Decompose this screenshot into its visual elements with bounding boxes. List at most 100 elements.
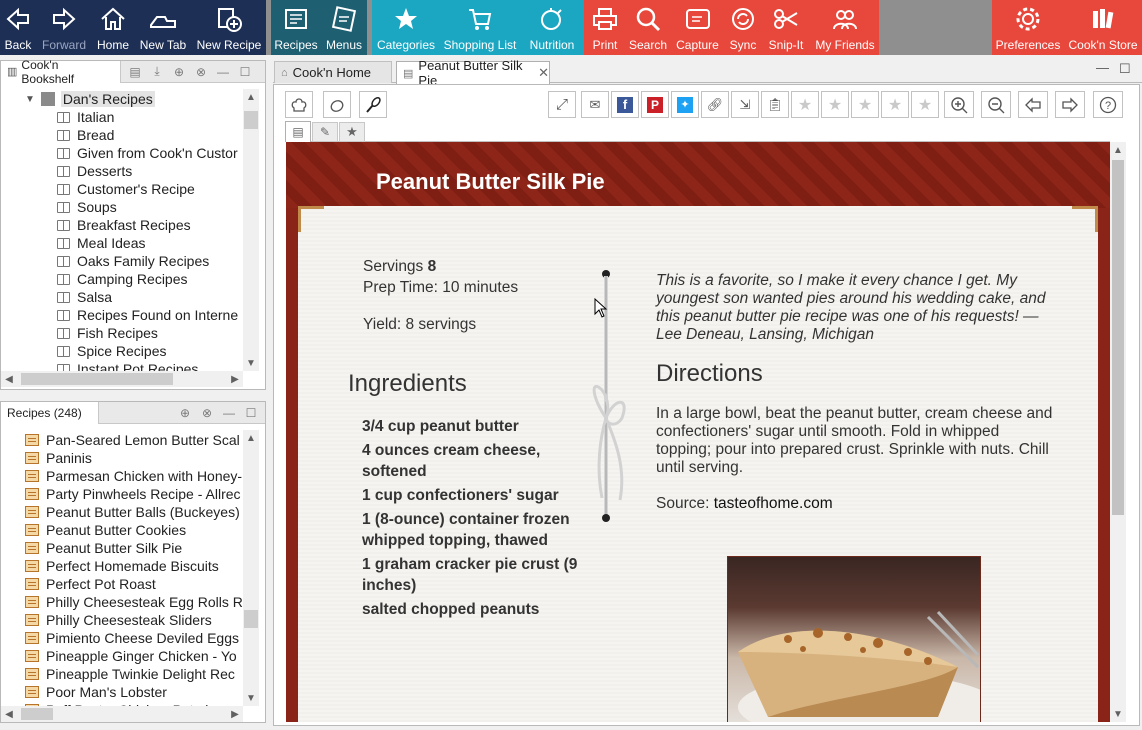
email-button[interactable]: ✉ [581,91,609,118]
facebook-button[interactable]: f [611,91,639,118]
bookshelf-item[interactable]: Meal Ideas [57,234,243,252]
rating-star-1[interactable]: ★ [791,91,819,118]
previous-recipe-button[interactable] [1018,91,1048,118]
bookshelf-hscroll-thumb[interactable] [21,373,173,385]
back-button[interactable]: Back [0,0,36,55]
recipe-vscroll[interactable]: ▲ ▼ [1110,142,1126,722]
preferences-button[interactable]: Preferences [992,0,1064,55]
collapse-chevron-icon[interactable]: ▼ [25,94,35,105]
bookshelf-item[interactable]: Breakfast Recipes [57,216,243,234]
recipes-button[interactable]: Recipes [271,0,321,55]
bookshelf-item[interactable]: Desserts [57,162,243,180]
clipboard-button[interactable]: 📋︎ [761,91,789,118]
recipe-box-button[interactable] [323,91,351,118]
bookshelf-item[interactable]: Customer's Recipe [57,180,243,198]
scroll-right-arrow-icon[interactable]: ▶ [227,706,243,722]
bookshelf-item[interactable]: Salsa [57,288,243,306]
recipe-list-item[interactable]: Philly Cheesesteak Egg Rolls R [25,593,243,611]
zoom-out-button[interactable] [981,91,1011,118]
rating-star-3[interactable]: ★ [851,91,879,118]
scroll-up-arrow-icon[interactable]: ▲ [1110,142,1126,158]
new-tab-button[interactable]: New Tab [134,0,192,55]
recipe-list-item[interactable]: Parmesan Chicken with Honey- [25,467,243,485]
snip-it-button[interactable]: Snip-It [761,0,811,55]
twitter-button[interactable]: ✦ [671,91,699,118]
bookshelf-item[interactable]: Fish Recipes [57,324,243,342]
view-tab-edit[interactable]: ✎ [312,122,338,142]
bookshelf-item[interactable]: Given from Cook'n Custor [57,144,243,162]
cook-mode-button[interactable] [285,91,313,118]
recipe-list-item[interactable]: Poor Man's Lobster [25,683,243,701]
rating-star-4[interactable]: ★ [881,91,909,118]
recipes-hscroll-thumb[interactable] [21,708,53,720]
help-button[interactable]: ? [1093,91,1123,118]
scroll-up-arrow-icon[interactable]: ▲ [243,430,259,446]
bookshelf-item[interactable]: Recipes Found on Interne [57,306,243,324]
bookshelf-item[interactable]: Oaks Family Recipes [57,252,243,270]
minimize-icon[interactable]: — [215,64,231,80]
recipe-list-item[interactable]: Pineapple Twinkie Delight Rec [25,665,243,683]
recipe-list-item[interactable]: Pan-Seared Lemon Butter Scal [25,431,243,449]
search-button[interactable]: Search [626,0,670,55]
share-button[interactable]: ⇲ [731,91,759,118]
recipe-list-item[interactable]: Perfect Homemade Biscuits [25,557,243,575]
forward-button[interactable]: Forward [36,0,92,55]
nutrition-button[interactable]: Nutrition [520,0,584,55]
new-recipe-button[interactable]: New Recipe [192,0,266,55]
close-tab-icon[interactable]: ✕ [538,65,549,81]
rating-star-2[interactable]: ★ [821,91,849,118]
fullscreen-button[interactable]: ⤢ [548,91,576,118]
bookshelf-tab[interactable]: ▥ Cook'n Bookshelf [1,58,121,86]
recipes-hscroll[interactable]: ◀ ▶ [1,706,243,722]
tab-peanut-butter-silk-pie[interactable]: ▤ Peanut Butter Silk Pie ✕ [396,58,550,88]
content-minimize-icon[interactable]: — [1096,60,1109,75]
bookshelf-item[interactable]: Bread [57,126,243,144]
print-button[interactable]: Print [584,0,626,55]
maximize-icon[interactable]: ☐ [243,405,259,421]
capture-button[interactable]: Capture [670,0,725,55]
sync-button[interactable]: Sync [725,0,761,55]
rating-star-5[interactable]: ★ [911,91,939,118]
recipe-vscroll-thumb[interactable] [1112,160,1124,515]
source-link[interactable]: tasteofhome.com [714,495,833,512]
recipe-list-item[interactable]: Pineapple Ginger Chicken - Yo [25,647,243,665]
recipes-vscroll-thumb[interactable] [244,610,258,628]
add-icon[interactable]: ⊕ [171,64,187,80]
recipe-list-item[interactable]: Paninis [25,449,243,467]
bookshelf-item[interactable]: Camping Recipes [57,270,243,288]
shopping-list-button[interactable]: Shopping List [440,0,520,55]
recipes-vscroll[interactable]: ▲ ▼ [243,430,259,706]
recipe-list-item[interactable]: Peanut Butter Balls (Buckeyes) [25,503,243,521]
scroll-left-arrow-icon[interactable]: ◀ [1,371,17,387]
whisk-button[interactable] [359,91,387,118]
scroll-left-arrow-icon[interactable]: ◀ [1,706,17,722]
add-recipe-icon[interactable]: ⊕ [177,405,193,421]
home-button[interactable]: Home [92,0,134,55]
next-recipe-button[interactable] [1055,91,1085,118]
pinterest-button[interactable]: P [641,91,669,118]
menus-button[interactable]: Menus [321,0,367,55]
bookshelf-hscroll[interactable]: ◀ ▶ [1,371,243,387]
bookshelf-item[interactable]: Italian [57,108,243,126]
bookshelf-item[interactable]: Soups [57,198,243,216]
download-icon[interactable]: ⤓ [149,64,165,80]
bookshelf-vscroll[interactable]: ▲ ▼ [243,89,259,371]
recipes-panel-tab[interactable]: Recipes (248) [1,401,99,424]
my-friends-button[interactable]: My Friends [811,0,879,55]
recipe-list-item[interactable]: Peanut Butter Silk Pie [25,539,243,557]
scroll-up-arrow-icon[interactable]: ▲ [243,89,259,105]
recipe-list-item[interactable]: Pimiento Cheese Deviled Eggs [25,629,243,647]
recipe-list-item[interactable]: Peanut Butter Cookies [25,521,243,539]
zoom-in-button[interactable] [944,91,974,118]
tab-cookn-home[interactable]: ⌂ Cook'n Home [274,61,392,83]
categories-button[interactable]: Categories [372,0,440,55]
minimize-icon[interactable]: — [221,405,237,421]
scroll-down-arrow-icon[interactable]: ▼ [1110,706,1126,722]
bookshelf-vscroll-thumb[interactable] [244,111,258,129]
scroll-down-arrow-icon[interactable]: ▼ [243,355,259,371]
scroll-right-arrow-icon[interactable]: ▶ [227,371,243,387]
content-maximize-icon[interactable]: ☐ [1119,61,1131,77]
cookn-store-button[interactable]: Cook'n Store [1064,0,1142,55]
maximize-icon[interactable]: ☐ [237,64,253,80]
recipe-list-item[interactable]: Perfect Pot Roast [25,575,243,593]
